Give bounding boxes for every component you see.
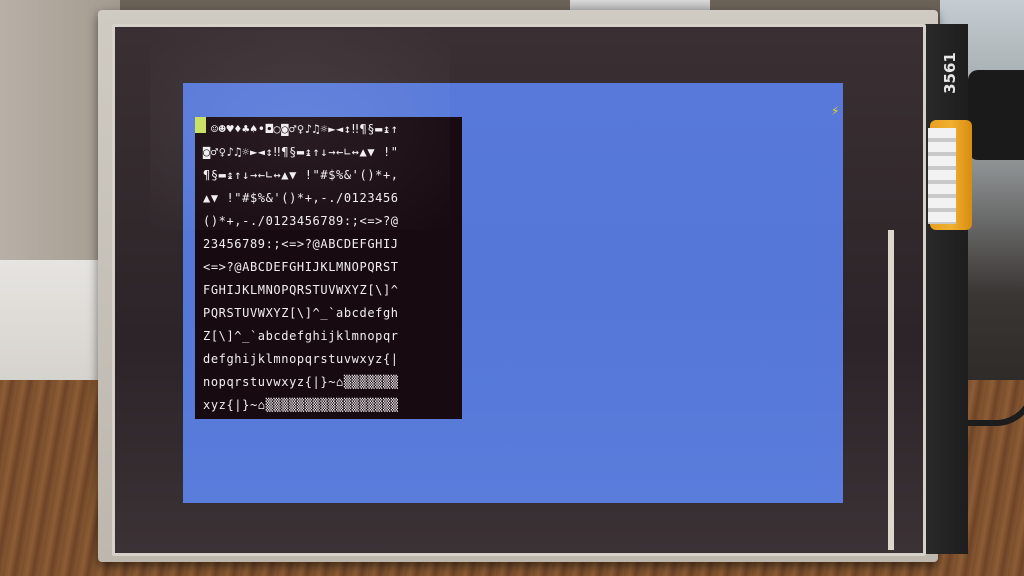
terminal-line: ◙♂♀♪♫☼►◄↕‼¶§▬↨↑↓→←∟↔▲▼ !" [203, 145, 399, 159]
terminal-line: nopqrstuvwxyz{|}~⌂▒▒▒▒▒▒▒ [203, 375, 399, 389]
terminal-line: ☺☻♥♦♣♠•◘○◙♂♀♪♫☼►◄↕‼¶§▬↨↑ [203, 122, 399, 136]
pcb-edge [920, 24, 968, 554]
terminal-line: <=>?@ABCDEFGHIJKLMNOPQRST [203, 260, 399, 274]
cursor-block [195, 117, 206, 133]
terminal-line: Z[\]^_`abcdefghijklmnopqr [203, 329, 399, 343]
usb-cable [968, 70, 1024, 160]
terminal-line: ()*+,-./0123456789:;<=>?@ [203, 214, 399, 228]
terminal-line: defghijklmnopqrstuvwxyz{| [203, 352, 399, 366]
terminal-line: ▲▼ !"#$%&'()*+,-./0123456 [203, 191, 399, 205]
photo-scene: 3561 ☺☻♥♦♣♠•◘○◙♂♀♪♫☼►◄↕‼¶§▬↨↑ ◙♂♀♪♫☼►◄↕‼¶… [0, 0, 1024, 576]
terminal-line: xyz{|}~⌂▒▒▒▒▒▒▒▒▒▒▒▒▒▒▒▒▒ [203, 398, 399, 412]
terminal-line: FGHIJKLMNOPQRSTUVWXYZ[\]^ [203, 283, 399, 297]
terminal-window[interactable]: ☺☻♥♦♣♠•◘○◙♂♀♪♫☼►◄↕‼¶§▬↨↑ ◙♂♀♪♫☼►◄↕‼¶§▬↨↑↓… [195, 117, 462, 419]
board-label: 3561 [941, 52, 959, 94]
lightning-icon: ⚡ [831, 104, 840, 118]
terminal-line: ¶§▬↨↑↓→←∟↔▲▼ !"#$%&'()*+, [203, 168, 399, 182]
terminal-line: 23456789:;<=>?@ABCDEFGHIJ [203, 237, 399, 251]
glass-edge [888, 230, 894, 550]
terminal-line: PQRSTUVWXYZ[\]^_`abcdefgh [203, 306, 399, 320]
header-pins [928, 128, 956, 224]
